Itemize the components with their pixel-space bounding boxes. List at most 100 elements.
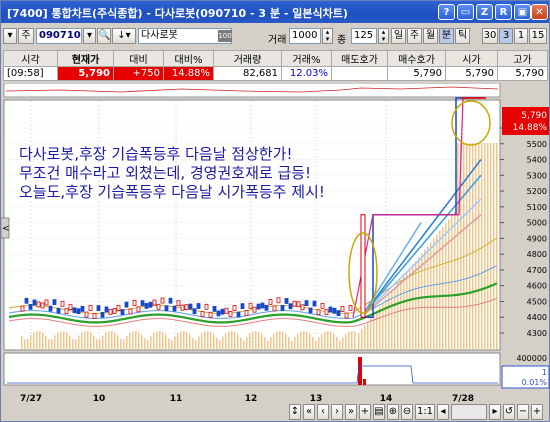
candle (112, 308, 117, 314)
interval-1-button[interactable]: 1 (514, 28, 528, 44)
bg-bar (291, 340, 293, 349)
period-tick-button[interactable]: 틱 (455, 28, 470, 44)
period-week-button[interactable]: 주 (407, 28, 422, 44)
scroll-prev-icon[interactable]: ◂ (437, 404, 449, 420)
bg-bar (72, 339, 74, 349)
type-button[interactable]: 주 (18, 28, 34, 44)
y-tick-label: 4600 (527, 282, 547, 291)
amount-input[interactable]: 1000 (289, 28, 321, 44)
sort-icon[interactable]: ↓▾ (112, 28, 136, 44)
candle (216, 310, 221, 317)
bg-bar (195, 340, 197, 349)
candle (40, 302, 45, 309)
scroll-last-icon[interactable]: » (345, 404, 357, 420)
search-icon[interactable]: 🔍 (97, 28, 111, 44)
bg-bar (198, 336, 200, 349)
candle (308, 307, 313, 314)
bg-bar (225, 333, 227, 349)
bg-bar (243, 340, 245, 349)
close-button[interactable]: ✕ (531, 4, 548, 20)
minus-icon[interactable]: − (517, 404, 529, 420)
bg-bar (84, 331, 86, 349)
interval-15-button[interactable]: 15 (529, 28, 547, 44)
candle (316, 309, 321, 316)
dropdown-icon[interactable]: ▾ (3, 28, 17, 44)
qty-input[interactable]: 125 (351, 28, 377, 44)
restore-button[interactable]: ▭ (457, 4, 474, 20)
plus-icon[interactable]: + (531, 404, 543, 420)
bg-bar (231, 331, 233, 349)
code-dropdown-icon[interactable]: ▾ (83, 28, 96, 44)
maximize-button[interactable]: ▣ (514, 4, 531, 20)
bg-bar (364, 325, 366, 349)
bg-bar (246, 336, 248, 349)
quote-header: 시각 (3, 50, 58, 67)
x-tick-label: 11 (170, 394, 183, 403)
candle (120, 309, 125, 315)
period-day-button[interactable]: 일 (391, 28, 406, 44)
candlestick-chart[interactable]: < 다사로봇,후장 기습폭등후 다음날 점상한가! 무조건 매수라고 외쳤는데,… (1, 83, 550, 403)
scroll-right-icon[interactable]: › (331, 404, 343, 420)
bg-bar (45, 335, 47, 349)
z-button[interactable]: Z (476, 4, 493, 20)
candle (248, 302, 253, 309)
candle (76, 308, 81, 315)
bg-bar (138, 332, 140, 349)
zoom-in-icon[interactable]: ⊕ (387, 404, 399, 420)
y-tick-label: 5000 (527, 219, 547, 228)
scroll-next-icon[interactable]: ▸ (489, 404, 501, 420)
bg-bar (472, 143, 474, 349)
bg-bar (303, 331, 305, 349)
interval-30-button[interactable]: 30 (482, 28, 498, 44)
bg-bar (252, 331, 254, 349)
scroll-left-icon[interactable]: ‹ (317, 404, 329, 420)
candle (152, 299, 157, 306)
bg-bar (189, 334, 191, 349)
bg-bar (333, 333, 335, 349)
expand-icon[interactable]: ↕ (289, 404, 301, 420)
candle (240, 303, 245, 310)
help-button[interactable]: ? (438, 4, 455, 20)
bg-bar (448, 219, 450, 349)
bg-bar (270, 336, 272, 349)
bg-bar (457, 143, 459, 349)
volume-box-value: 1 (542, 368, 547, 377)
qty-stepper[interactable]: ▴ ▾ (378, 28, 389, 44)
zoom-ratio-button[interactable]: 1:1 (415, 404, 435, 420)
bg-bar (114, 332, 116, 349)
y-tick-label: 4700 (527, 266, 547, 275)
scroll-first-icon[interactable]: « (303, 404, 315, 420)
candle (96, 305, 101, 312)
pan-icon[interactable]: ▤ (373, 404, 385, 420)
quote-header: 시가 (445, 50, 498, 67)
horizontal-scrollbar[interactable] (451, 404, 487, 420)
bg-bar (321, 334, 323, 349)
bg-bar (144, 338, 146, 349)
candle (272, 305, 277, 312)
bg-bar (126, 335, 128, 349)
stock-code-input[interactable]: 090710 (36, 28, 82, 44)
bg-bar (21, 335, 23, 349)
bg-bar (306, 331, 308, 349)
period-minute-button[interactable]: 분 (439, 28, 454, 44)
interval-3-button[interactable]: 3 (499, 28, 513, 44)
undo-icon[interactable]: ↺ (503, 404, 515, 420)
r-button[interactable]: R (495, 4, 512, 20)
bg-bar (39, 331, 41, 349)
crosshair-icon[interactable]: + (359, 404, 371, 420)
bg-bar (153, 333, 155, 349)
title-bar[interactable]: [7400] 통합차트(주식종합) - 다사로봇(090710 - 3 분 - … (1, 1, 549, 23)
candle (104, 306, 109, 313)
bg-bar (297, 333, 299, 349)
quote-header: 거래% (281, 50, 332, 67)
bg-bar (48, 339, 50, 349)
candle (284, 298, 289, 304)
bg-bar (415, 261, 417, 349)
amount-stepper[interactable]: ▴ ▾ (322, 28, 333, 44)
candle (208, 311, 213, 318)
period-month-button[interactable]: 월 (423, 28, 438, 44)
volume-bar (363, 379, 366, 385)
toolbar: ▾ 주 090710 ▾ 🔍 ↓▾ 다사로봇 100 거래 1000 ▴ ▾ 종 … (1, 25, 549, 47)
quote-change-pct: 14.88% (163, 66, 214, 81)
zoom-out-icon[interactable]: ⊖ (401, 404, 413, 420)
